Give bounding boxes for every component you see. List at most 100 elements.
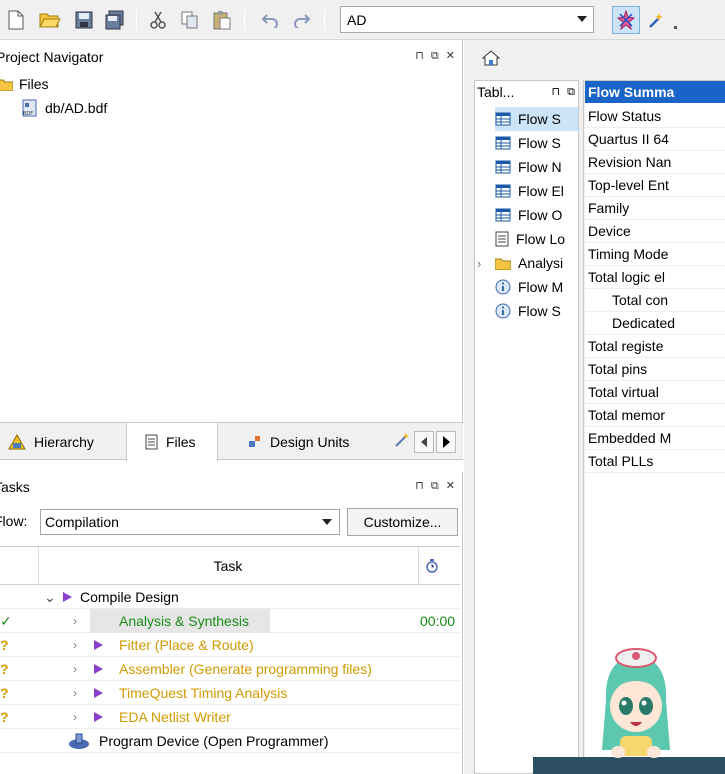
- summary-row[interactable]: Total registe: [585, 335, 725, 358]
- flow-select[interactable]: Compilation: [40, 509, 340, 535]
- paste-icon[interactable]: [210, 8, 234, 32]
- report-item-flow-messages[interactable]: Flow M: [495, 275, 579, 299]
- chevron-right-icon[interactable]: ›: [73, 609, 77, 633]
- run-triangle-icon[interactable]: [94, 712, 103, 722]
- report-item-label: Flow Lo: [516, 231, 566, 247]
- programmer-icon[interactable]: [68, 729, 90, 753]
- task-table: Task ⌄ Compile Design ✓ › Analysis & Syn…: [0, 546, 460, 753]
- report-item-flow-non-default[interactable]: Flow N: [495, 155, 579, 179]
- summary-row[interactable]: Dedicated: [585, 312, 725, 335]
- project-navigator-title: Project Navigator: [0, 49, 104, 65]
- undo-icon[interactable]: [258, 8, 282, 32]
- flow-label: Flow:: [0, 513, 28, 529]
- task-label: Compile Design: [80, 589, 179, 605]
- summary-row[interactable]: Total virtual: [585, 381, 725, 404]
- summary-row[interactable]: Timing Mode: [585, 243, 725, 266]
- report-item-flow-settings[interactable]: Flow S: [495, 131, 579, 155]
- pending-icon: ?: [0, 685, 9, 701]
- folder-icon: [0, 79, 13, 91]
- summary-row[interactable]: Total PLLs: [585, 450, 725, 473]
- tab-hierarchy[interactable]: Hierarchy: [8, 423, 120, 461]
- summary-row[interactable]: Total pins: [585, 358, 725, 381]
- panel-controls[interactable]: ⊓ ⧉ ✕: [415, 49, 457, 63]
- report-item-flow-os[interactable]: Flow O: [495, 203, 579, 227]
- summary-row[interactable]: Top-level Ent: [585, 174, 725, 197]
- tasks-header: Tasks ⊓ ⧉ ✕: [0, 476, 463, 498]
- task-row-eda-netlist-writer[interactable]: ? › EDA Netlist Writer: [0, 705, 460, 729]
- chevron-right-icon[interactable]: ›: [477, 256, 488, 271]
- report-item-label: Flow El: [518, 183, 564, 199]
- tree-item-label: Files: [19, 76, 49, 92]
- log-icon: [495, 231, 509, 247]
- summary-row[interactable]: Total con: [585, 289, 725, 312]
- tab-scroll-left-button[interactable]: [414, 431, 434, 453]
- run-triangle-icon[interactable]: [94, 640, 103, 650]
- chevron-right-icon[interactable]: ›: [73, 633, 77, 657]
- summary-row[interactable]: Revision Nan: [585, 151, 725, 174]
- report-item-flow-suppressed[interactable]: Flow S: [495, 299, 579, 323]
- compile-icon[interactable]: [612, 6, 640, 34]
- info-icon: [495, 303, 511, 319]
- tab-design-units[interactable]: Design Units: [248, 423, 368, 461]
- chevron-right-icon[interactable]: ›: [73, 657, 77, 681]
- table-icon: [495, 112, 511, 126]
- top-level-entity-value: AD: [347, 11, 367, 28]
- assistant-icon[interactable]: [645, 8, 669, 32]
- report-toc-header: Tabl... ⊓ ⧉: [475, 81, 581, 103]
- new-file-icon[interactable]: [4, 8, 28, 32]
- report-item-flow-summary[interactable]: Flow S: [495, 107, 579, 131]
- summary-row[interactable]: Device: [585, 220, 725, 243]
- summary-row[interactable]: Flow Status: [585, 105, 725, 128]
- task-row-compile-design[interactable]: ⌄ Compile Design: [0, 585, 460, 609]
- redo-icon[interactable]: [290, 8, 314, 32]
- flow-select-value: Compilation: [45, 514, 119, 530]
- run-triangle-icon[interactable]: [94, 688, 103, 698]
- wand-icon[interactable]: [394, 432, 410, 451]
- summary-row[interactable]: Total memor: [585, 404, 725, 427]
- info-icon: [495, 279, 511, 295]
- task-row-program-device[interactable]: Program Device (Open Programmer): [0, 729, 460, 753]
- report-item-analysis-synthesis[interactable]: › Analysi: [477, 251, 579, 275]
- report-item-flow-elapsed[interactable]: Flow El: [495, 179, 579, 203]
- task-row-assembler[interactable]: ? › Assembler (Generate programming file…: [0, 657, 460, 681]
- summary-row[interactable]: Quartus II 64: [585, 128, 725, 151]
- task-row-timequest[interactable]: ? › TimeQuest Timing Analysis: [0, 681, 460, 705]
- report-splitter[interactable]: [578, 80, 584, 774]
- chevron-right-icon[interactable]: ›: [73, 705, 77, 729]
- task-label: Analysis & Synthesis: [90, 609, 270, 633]
- copy-icon[interactable]: [178, 8, 202, 32]
- summary-row[interactable]: Total logic el: [585, 266, 725, 289]
- report-item-label: Flow N: [518, 159, 562, 175]
- mascot-character-icon[interactable]: [596, 640, 676, 774]
- chevron-down-icon[interactable]: ⌄: [44, 585, 56, 609]
- report-item-flow-log[interactable]: Flow Lo: [495, 227, 579, 251]
- tree-item-bdf-file[interactable]: BDF db/AD.bdf: [22, 97, 107, 119]
- task-row-analysis-synthesis[interactable]: ✓ › Analysis & Synthesis 00:00: [0, 609, 460, 633]
- home-icon[interactable]: [481, 50, 501, 69]
- flow-summary-title: Flow Summa: [585, 81, 725, 103]
- summary-row[interactable]: Family: [585, 197, 725, 220]
- task-column-header[interactable]: Task: [38, 547, 418, 585]
- cut-icon[interactable]: [146, 8, 170, 32]
- top-level-entity-select[interactable]: AD: [340, 6, 594, 33]
- report-item-label: Flow M: [518, 279, 564, 295]
- tab-scroll-right-button[interactable]: [436, 431, 456, 453]
- panel-controls[interactable]: ⊓ ⧉ ✕: [415, 479, 457, 493]
- toolbar-separator: [324, 9, 325, 31]
- chevron-right-icon[interactable]: ›: [73, 681, 77, 705]
- save-all-icon[interactable]: [103, 8, 127, 32]
- check-icon: ✓: [0, 612, 12, 629]
- save-icon[interactable]: [72, 8, 96, 32]
- tree-item-files-folder[interactable]: Files: [0, 73, 49, 95]
- svg-text:BDF: BDF: [23, 111, 33, 117]
- run-triangle-icon[interactable]: [94, 664, 103, 674]
- summary-row[interactable]: Embedded M: [585, 427, 725, 450]
- flow-row: Flow: Compilation Customize...: [0, 506, 463, 538]
- tab-files[interactable]: Files: [126, 423, 218, 461]
- open-folder-icon[interactable]: [38, 8, 62, 32]
- panel-controls[interactable]: ⊓ ⧉: [552, 85, 578, 99]
- task-row-fitter[interactable]: ? › Fitter (Place & Route): [0, 633, 460, 657]
- customize-button[interactable]: Customize...: [347, 508, 458, 536]
- navigator-tabs: Hierarchy Files Design Units: [0, 422, 463, 461]
- run-triangle-icon[interactable]: [63, 592, 72, 602]
